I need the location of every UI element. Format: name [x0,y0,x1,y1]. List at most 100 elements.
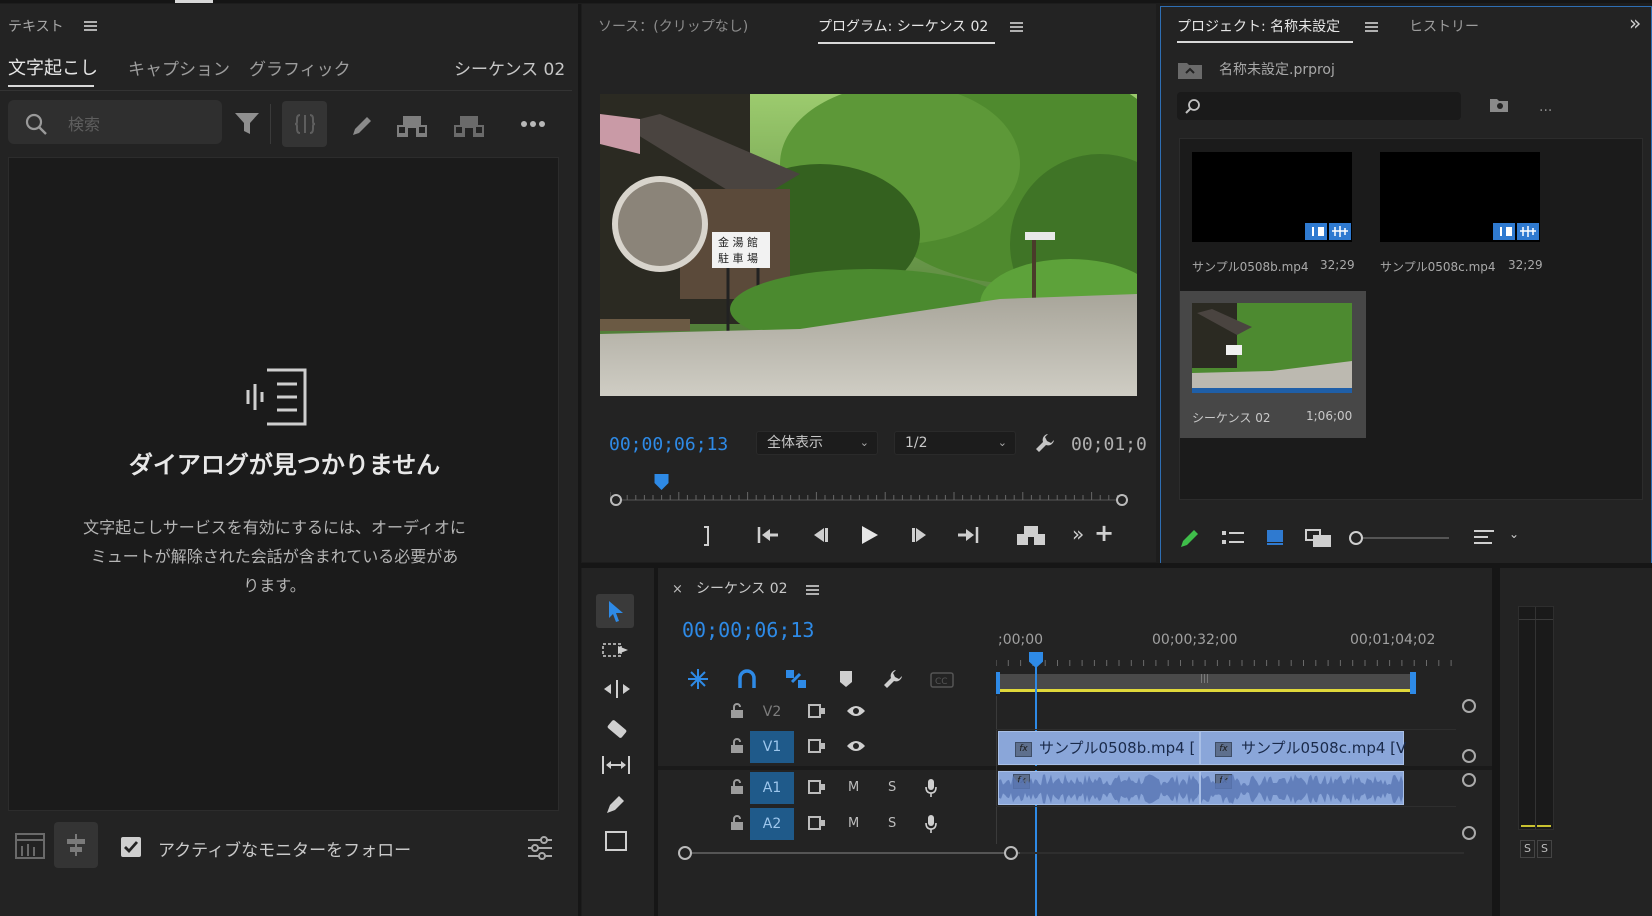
program-timecode[interactable]: 00;00;06;13 [609,434,728,455]
icon-view-icon[interactable] [1265,528,1285,546]
folder-up-icon[interactable] [1177,60,1203,80]
lock-icon[interactable] [730,738,744,754]
meter-solo-left[interactable]: S [1520,840,1535,858]
program-menu-icon[interactable] [1010,22,1023,33]
snap-icon[interactable] [736,668,758,690]
microphone-icon[interactable] [924,814,938,834]
timeline-timecode[interactable]: 00;00;06;13 [682,618,814,642]
layout-toggle-button[interactable] [54,822,98,868]
sync-lock-icon[interactable] [808,816,826,830]
timeline-ruler[interactable] [996,654,1466,668]
project-more-icon[interactable]: ... [1539,99,1552,115]
clip-v1-c[interactable]: fx サンプル0508c.mp4 [V [1200,731,1406,765]
track-label-v1[interactable]: V1 [750,731,794,763]
list-view-icon[interactable] [1221,529,1245,547]
rectangle-icon[interactable] [604,830,630,854]
program-scrubber[interactable] [609,474,1128,508]
tab-transcript[interactable]: 文字起こし [8,54,98,80]
transcript-view-icon[interactable] [14,830,46,862]
project-menu-icon[interactable] [1365,22,1378,33]
work-area-bar[interactable]: ||| [996,672,1416,694]
track-label-a1[interactable]: A1 [750,772,794,804]
scroll-handle-top[interactable] [1462,699,1476,713]
panel-overflow-icon[interactable]: » [1629,11,1641,35]
project-item-clip-b[interactable]: サンプル0508b.mp4 32;29 [1192,152,1355,277]
project-search-input[interactable] [1177,92,1461,120]
fit-dropdown[interactable]: 全体表示 ⌄ [756,431,878,455]
tab-history[interactable]: ヒストリー [1409,16,1479,36]
more-icon[interactable] [520,120,546,128]
solo-button[interactable]: S [888,780,896,795]
selection-tool[interactable] [596,594,634,628]
timeline-menu-icon[interactable] [806,585,819,596]
more-controls-icon[interactable]: » [1072,522,1084,546]
tab-program[interactable]: プログラム: シーケンス 02 [818,16,988,36]
track-select-icon[interactable] [602,640,632,662]
thumbnail-size-slider[interactable] [1349,531,1449,545]
mark-out-icon[interactable] [700,525,714,547]
go-to-out-icon[interactable] [956,525,980,545]
eye-icon[interactable] [846,739,866,753]
freeform-view-icon[interactable] [1305,528,1333,548]
project-item-sequence[interactable]: シーケンス 02 1;06;00 [1180,291,1366,438]
clip-a1-c[interactable]: fx [1200,771,1404,805]
scroll-handle-a1[interactable] [1462,773,1476,787]
search-box[interactable]: 検索 [8,100,222,144]
marker-icon[interactable] [838,669,854,689]
timeline-zoom-scrollbar[interactable] [678,846,1464,860]
lock-icon[interactable] [730,703,744,719]
go-to-in-icon[interactable] [756,525,780,545]
text-panel-menu-icon[interactable] [84,21,97,32]
merge-icon[interactable] [396,112,428,138]
linked-selection-icon[interactable] [784,668,808,690]
step-back-icon[interactable] [810,526,830,544]
split-clip-icon[interactable] [453,112,485,138]
tab-source[interactable]: ソース：(クリップなし) [598,16,748,36]
text-panel-title[interactable]: テキスト [8,16,64,36]
step-forward-icon[interactable] [910,526,930,544]
timeline-sequence-tab[interactable]: シーケンス 02 [696,578,788,598]
resolution-dropdown[interactable]: 1/2 ⌄ [894,431,1016,455]
track-label-v2[interactable]: V2 [750,696,794,728]
razor-icon[interactable] [604,716,630,742]
captions-icon[interactable]: CC [930,672,954,688]
close-icon[interactable]: × [672,582,683,597]
follow-checkbox[interactable] [120,836,142,858]
scroll-handle-v1[interactable] [1462,749,1476,763]
scroll-handle-bottom[interactable] [1462,826,1476,840]
slip-icon[interactable] [600,754,632,776]
play-icon[interactable] [858,524,880,546]
split-button[interactable] [282,101,327,147]
add-button-icon[interactable]: + [1094,519,1114,547]
tab-caption[interactable]: キャプション [128,55,230,80]
sync-lock-icon[interactable] [808,704,826,718]
sync-lock-icon[interactable] [808,739,826,753]
search-input[interactable]: 検索 [68,111,100,135]
tab-project[interactable]: プロジェクト: 名称未設定 [1177,16,1340,36]
program-video-frame[interactable]: 金 湯 館 駐 車 場 [600,94,1137,396]
clip-v1-b[interactable]: fx サンプル0508b.mp4 [ [998,731,1200,765]
settings-sliders-icon[interactable] [526,834,554,862]
wrench-icon[interactable] [882,668,904,690]
find-bin-icon[interactable] [1489,97,1509,113]
pencil-icon[interactable] [350,114,374,138]
pen-icon[interactable] [604,792,628,816]
lock-icon[interactable] [730,779,744,795]
mute-button[interactable]: M [848,816,859,831]
mute-button[interactable]: M [848,780,859,795]
meter-solo-right[interactable]: S [1537,840,1552,858]
filter-icon[interactable] [234,110,260,136]
microphone-icon[interactable] [924,778,938,798]
wrench-icon[interactable] [1034,432,1056,454]
pencil-icon[interactable] [1179,527,1201,549]
sync-lock-icon[interactable] [808,780,826,794]
insert-icon[interactable] [1016,524,1046,546]
nest-icon[interactable] [686,667,710,691]
ripple-edit-icon[interactable] [602,678,632,700]
clip-a1-b[interactable]: fx [998,771,1200,805]
lock-icon[interactable] [730,815,744,831]
track-label-a2[interactable]: A2 [750,808,794,840]
eye-icon[interactable] [846,704,866,718]
chevron-down-icon[interactable]: ⌄ [1509,527,1519,541]
sort-icon[interactable] [1473,528,1495,546]
